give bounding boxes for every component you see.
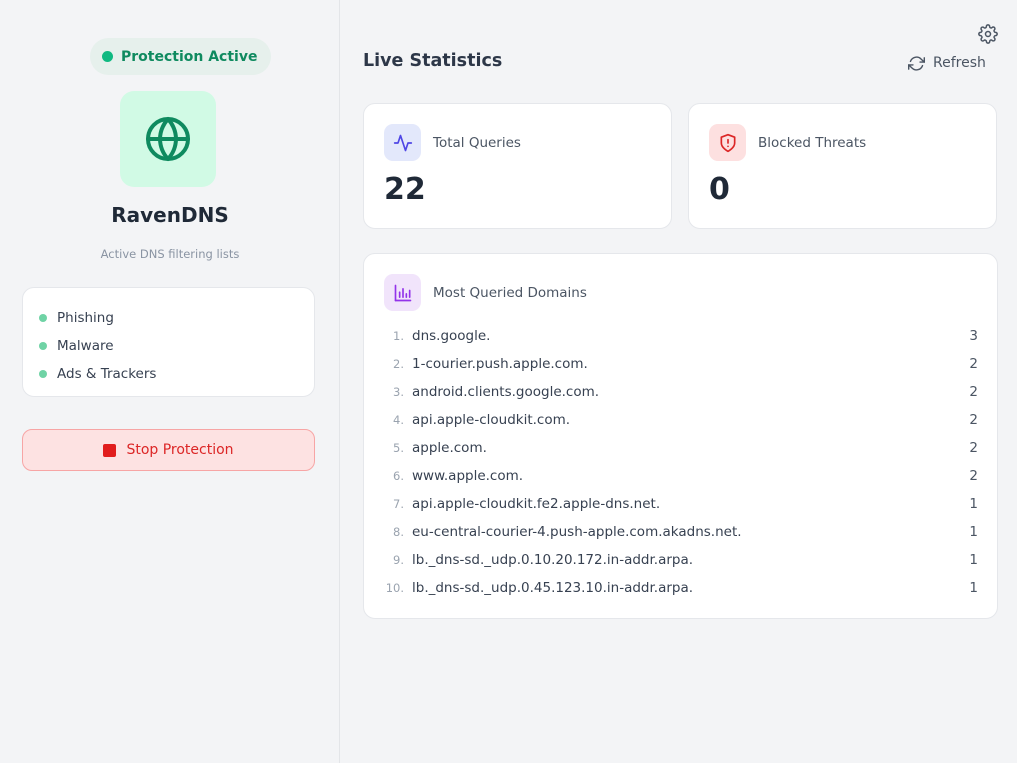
refresh-button[interactable]: Refresh (908, 50, 986, 76)
domain-name: eu-central-courier-4.push-apple.com.akad… (412, 524, 742, 540)
domain-name: api.apple-cloudkit.com. (412, 412, 571, 428)
domain-rank: 5. (393, 441, 404, 455)
main-panel: Live Statistics Refresh Total Queries 22 (340, 0, 1017, 763)
total-queries-card: Total Queries 22 (363, 103, 672, 229)
domain-count: 1 (969, 524, 978, 540)
domain-count: 1 (969, 496, 978, 512)
domain-rank: 7. (393, 497, 404, 511)
domain-name: api.apple-cloudkit.fe2.apple-dns.net. (412, 496, 661, 512)
most-queried-domains-card: Most Queried Domains 1. dns.google. 3 2.… (363, 253, 998, 619)
filter-lists-card: Phishing Malware Ads & Trackers (22, 287, 315, 397)
domain-rank: 9. (393, 553, 404, 567)
domain-count: 1 (969, 552, 978, 568)
total-queries-value: 22 (384, 172, 426, 207)
refresh-label: Refresh (933, 55, 986, 71)
domain-row: 4. api.apple-cloudkit.com. 2 (384, 406, 978, 434)
filter-list-item: Malware (39, 332, 298, 360)
filter-list-label: Phishing (57, 310, 114, 326)
filter-list-item: Phishing (39, 304, 298, 332)
blocked-threats-card: Blocked Threats 0 (688, 103, 997, 229)
domain-name: lb._dns-sd._udp.0.10.20.172.in-addr.arpa… (412, 552, 694, 568)
domain-row: 10. lb._dns-sd._udp.0.45.123.10.in-addr.… (384, 574, 978, 602)
domain-count: 2 (969, 384, 978, 400)
domain-row: 8. eu-central-courier-4.push-apple.com.a… (384, 518, 978, 546)
filter-list-item: Ads & Trackers (39, 360, 298, 388)
domain-row: 3. android.clients.google.com. 2 (384, 378, 978, 406)
refresh-icon (908, 55, 925, 71)
card-header: Most Queried Domains (384, 274, 587, 311)
filter-lists-caption: Active DNS filtering lists (100, 247, 240, 261)
domains-card-title: Most Queried Domains (433, 284, 587, 301)
domain-name: 1-courier.push.apple.com. (412, 356, 588, 372)
list-bullet (39, 314, 47, 322)
domain-count: 2 (969, 468, 978, 484)
bar-chart-icon (394, 284, 411, 301)
domain-rank: 3. (393, 385, 404, 399)
protection-status-badge: Protection Active (90, 38, 272, 75)
domain-row: 1. dns.google. 3 (384, 322, 978, 350)
domain-count: 1 (969, 580, 978, 596)
card-header: Blocked Threats (709, 124, 866, 161)
domain-rank: 10. (385, 581, 404, 595)
app-window: Protection Active RavenDNS Active DNS fi… (0, 0, 1017, 763)
domain-row: 9. lb._dns-sd._udp.0.10.20.172.in-addr.a… (384, 546, 978, 574)
domain-name: www.apple.com. (412, 468, 524, 484)
domain-name: dns.google. (412, 328, 491, 344)
filter-list-label: Ads & Trackers (57, 366, 157, 382)
list-bullet (39, 342, 47, 350)
domain-count: 2 (969, 412, 978, 428)
blocked-threats-value: 0 (709, 172, 730, 207)
status-label: Protection Active (121, 48, 258, 65)
app-name: RavenDNS (111, 203, 229, 227)
domain-rank: 1. (393, 329, 404, 343)
domain-row: 2. 1-courier.push.apple.com. 2 (384, 350, 978, 378)
stop-protection-label: Stop Protection (126, 442, 234, 458)
icon-tile (384, 274, 421, 311)
domain-row: 7. api.apple-cloudkit.fe2.apple-dns.net.… (384, 490, 978, 518)
page-title: Live Statistics (363, 51, 503, 71)
domain-count: 3 (969, 328, 978, 344)
blocked-threats-label: Blocked Threats (758, 134, 867, 151)
domain-name: android.clients.google.com. (412, 384, 600, 400)
stop-square-icon (103, 443, 117, 457)
domain-row: 6. www.apple.com. 2 (384, 462, 978, 490)
icon-tile (709, 124, 746, 161)
card-header: Total Queries (384, 124, 521, 161)
globe-icon (146, 117, 190, 161)
settings-button[interactable] (976, 22, 1000, 46)
domain-row: 5. apple.com. 2 (384, 434, 978, 462)
domain-name: lb._dns-sd._udp.0.45.123.10.in-addr.arpa… (412, 580, 694, 596)
sidebar: Protection Active RavenDNS Active DNS fi… (0, 0, 340, 763)
icon-tile (384, 124, 421, 161)
status-dot (102, 51, 113, 62)
domain-count: 2 (969, 440, 978, 456)
filter-list-label: Malware (57, 338, 114, 354)
domain-rank: 6. (393, 469, 404, 483)
activity-icon (393, 134, 412, 151)
domain-name: apple.com. (412, 440, 487, 456)
domain-rank: 8. (393, 525, 404, 539)
total-queries-label: Total Queries (433, 134, 521, 151)
domain-rank: 4. (393, 413, 404, 427)
domain-rank: 2. (393, 357, 404, 371)
stop-protection-button[interactable]: Stop Protection (22, 429, 315, 471)
domain-list: 1. dns.google. 3 2. 1-courier.push.apple… (384, 322, 978, 602)
list-bullet (39, 370, 47, 378)
gear-icon (978, 24, 998, 44)
shield-alert-icon (720, 133, 735, 152)
domain-count: 2 (969, 356, 978, 372)
app-logo (120, 91, 216, 187)
